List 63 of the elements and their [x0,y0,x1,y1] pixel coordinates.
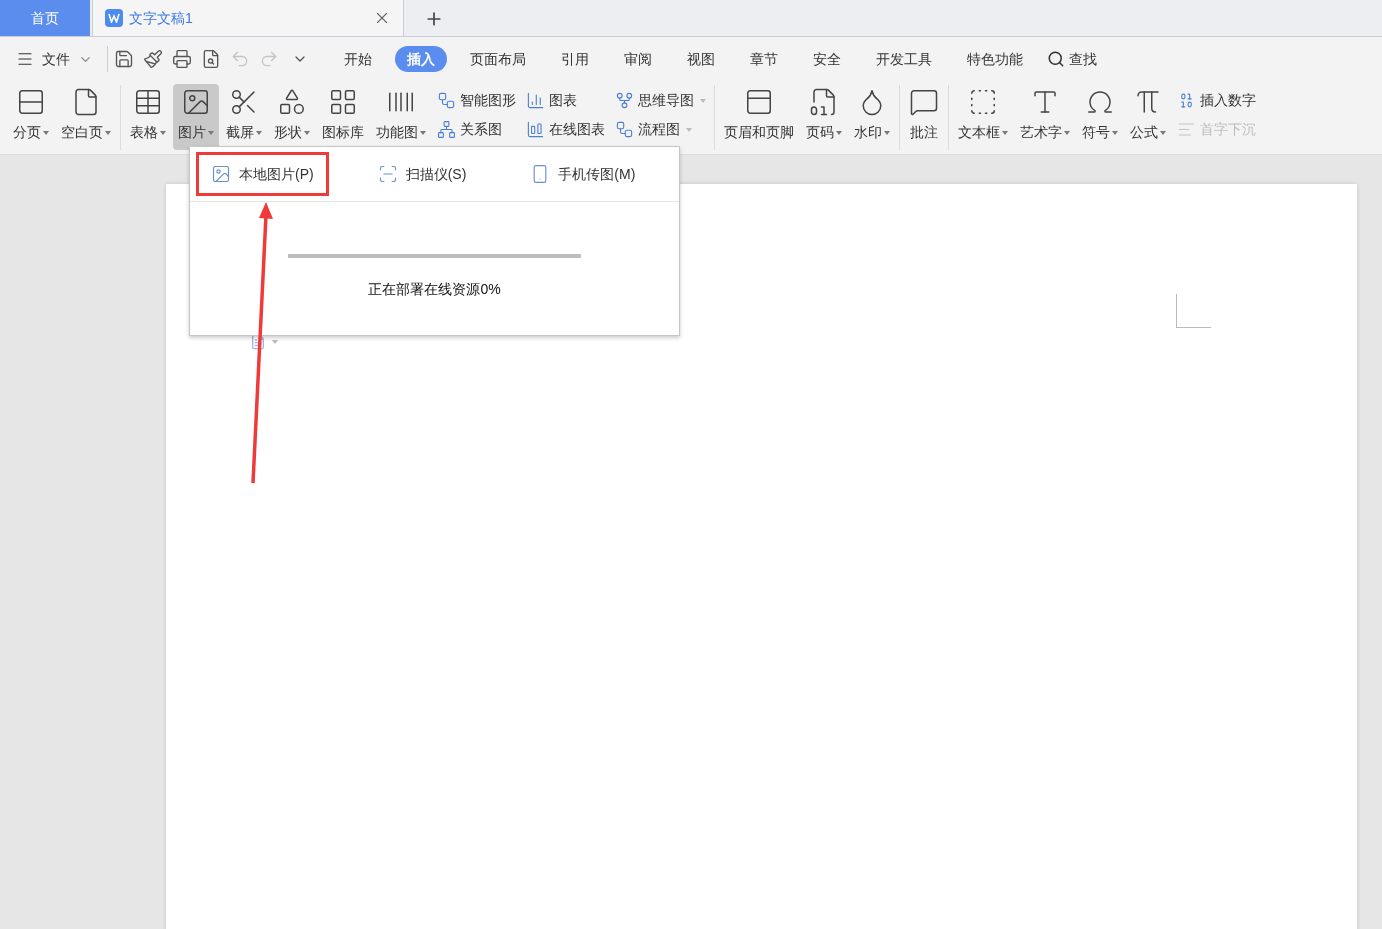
menu-icon [16,50,34,68]
ribbon-small-button[interactable]: 在线图表 [526,119,605,140]
ribbon-tab[interactable]: 视图 [675,46,727,72]
ribbon-button[interactable]: 符号 [1077,84,1123,150]
file-menu[interactable]: 文件 [16,48,101,70]
ribbon-tab[interactable]: 页面布局 [458,46,538,72]
print-icon[interactable] [172,49,192,69]
grid-icon [328,87,358,117]
ribbon-tab[interactable]: 开发工具 [864,46,944,72]
dropdown-option[interactable]: 扫描仪(S) [362,152,482,196]
document-title: 文字文稿1 [129,8,193,28]
ribbon-button[interactable]: 页码 [801,84,847,150]
image-icon [211,164,231,184]
ribbon-button[interactable]: 批注 [904,84,944,150]
ribbon-tab[interactable]: 安全 [801,46,853,72]
word-doc-icon [105,9,123,27]
save-icon[interactable] [114,49,134,69]
ribbon-tab[interactable]: 引用 [549,46,601,72]
status-text: 正在部署在线资源0% [368,280,501,299]
ribbon-small-button[interactable]: 关系图 [437,119,516,140]
text-box-icon [968,87,998,117]
page-header-icon [744,87,774,117]
format-painter-icon[interactable] [143,49,163,69]
ribbon-button[interactable]: 公式 [1125,84,1171,150]
ribbon-button[interactable]: 水印 [849,84,895,150]
ribbon-small-button[interactable]: 思维导图 [615,90,706,111]
ribbon-button[interactable]: 空白页 [56,84,116,150]
shapes-icon [277,87,307,117]
dropdown-option[interactable]: 手机传图(M) [515,152,651,196]
margin-corner-mark [1176,294,1211,328]
search-button[interactable]: 查找 [1047,48,1097,70]
ribbon-small-button[interactable]: 图表 [526,90,605,111]
network-icon [437,120,456,139]
dropdown-option[interactable]: 本地图片(P) [196,152,329,196]
chart-icon [526,120,545,139]
search-icon [1047,50,1065,68]
chart-icon [526,91,545,110]
mind-map-icon [615,91,634,110]
image-icon [181,87,211,117]
ribbon-button[interactable]: 表格 [125,84,171,150]
caret-icon [272,340,278,344]
rows-icon [16,87,46,117]
ribbon-tab[interactable]: 开始 [332,46,384,72]
table-icon [133,87,163,117]
scanner-icon [377,164,398,184]
ribbon-button[interactable]: 图标库 [317,84,369,150]
ribbon-tab[interactable]: 审阅 [612,46,664,72]
ribbon-small-button[interactable]: 插入数字 [1177,90,1256,111]
ribbon-tab[interactable]: 特色功能 [955,46,1035,72]
ribbon-button[interactable]: 页眉和页脚 [719,84,799,150]
flowchart-icon [615,120,634,139]
ribbon-small-button[interactable]: 智能图形 [437,90,516,111]
ribbon-button[interactable]: 分页 [8,84,54,150]
print-preview-icon[interactable] [201,49,221,69]
ribbon-button[interactable]: 文本框 [953,84,1013,150]
ribbon-button[interactable]: 艺术字 [1015,84,1075,150]
drop-cap-icon [1177,120,1196,139]
diagram-icon [437,91,456,110]
ribbon-button[interactable]: 图片 [173,84,219,150]
comment-icon [909,87,939,117]
ribbon-tab[interactable]: 章节 [738,46,790,72]
ribbon-small-button[interactable]: 流程图 [615,119,706,140]
document-tab[interactable]: 文字文稿1 [92,0,404,36]
